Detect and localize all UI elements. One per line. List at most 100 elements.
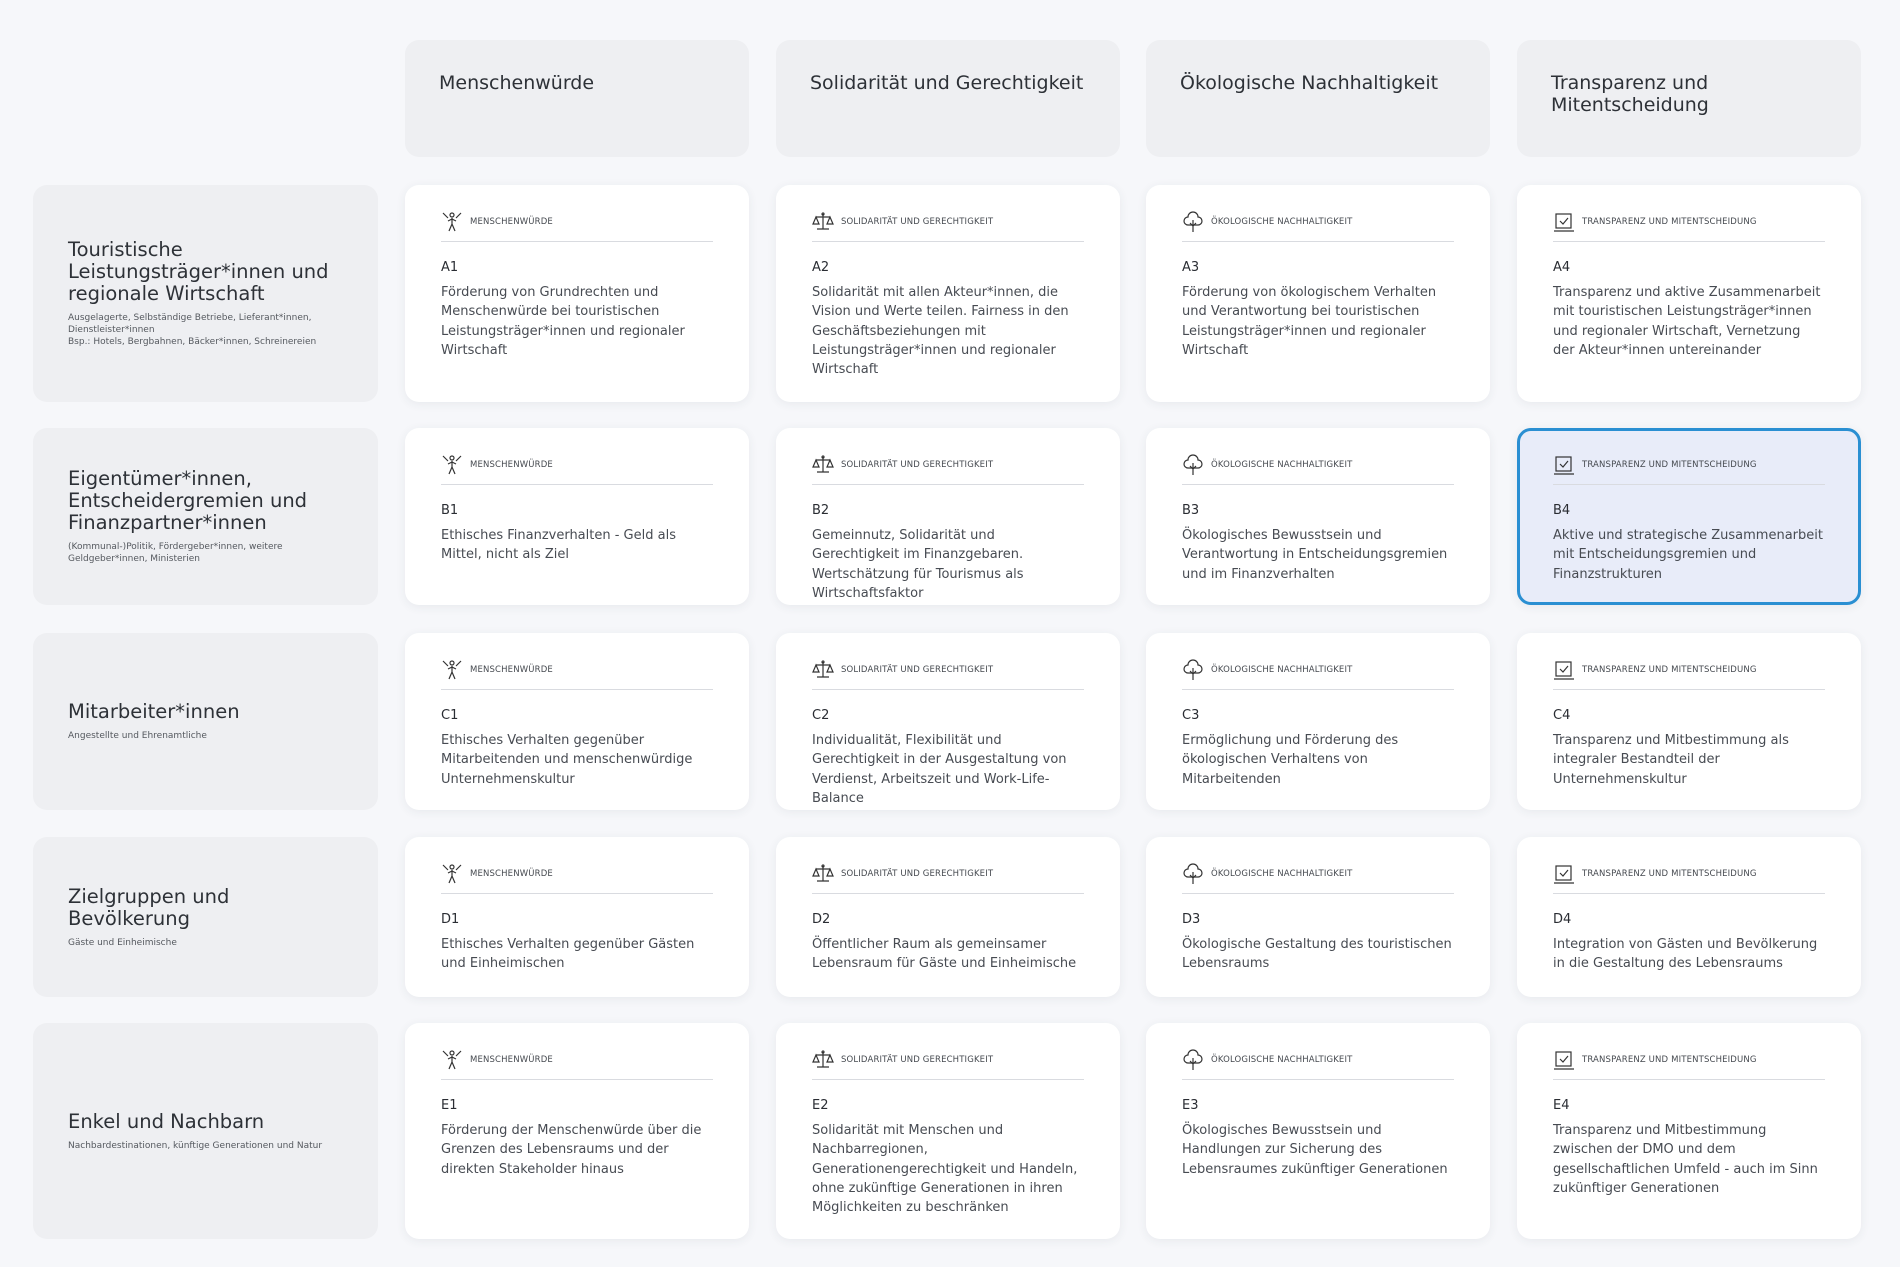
category-label: Solidarität und Gerechtigkeit: [841, 869, 994, 879]
cell-header: Solidarität und Gerechtigkeit: [812, 863, 1084, 894]
tree-icon: [1183, 211, 1203, 232]
tree-icon: [1183, 1049, 1203, 1070]
human-dignity-icon: [442, 660, 462, 680]
cell-a3[interactable]: Ökologische Nachhaltigkeit A3 Förderung …: [1146, 185, 1490, 402]
category-label: Solidarität und Gerechtigkeit: [841, 665, 994, 675]
cell-code: A4: [1553, 260, 1571, 275]
cell-header: Solidarität und Gerechtigkeit: [812, 1049, 1084, 1080]
cell-code: D2: [812, 912, 831, 927]
checkbox-icon: [1554, 1051, 1574, 1070]
cell-header: Ökologische Nachhaltigkeit: [1182, 1049, 1454, 1080]
cell-code: C1: [441, 708, 459, 723]
cell-description: Förderung von Grundrechten und Menschenw…: [441, 285, 685, 358]
tree-icon: [1183, 454, 1203, 475]
row-header-a: Touristische Leistungsträger*innen und r…: [33, 185, 378, 402]
scales-icon: [812, 660, 834, 678]
cell-code: C2: [812, 708, 830, 723]
cell-c2[interactable]: Solidarität und Gerechtigkeit C2 Individ…: [776, 633, 1120, 810]
cell-header: Solidarität und Gerechtigkeit: [812, 454, 1084, 485]
cell-description: Gemeinnutz, Solidarität und Gerechtigkei…: [812, 528, 1024, 601]
cell-code: B1: [441, 503, 459, 518]
cell-header: Transparenz und Mitentscheidung: [1553, 1049, 1825, 1080]
row-header-e: Enkel und Nachbarn Nachbardestinationen,…: [33, 1023, 378, 1239]
cell-code: D4: [1553, 912, 1572, 927]
cell-e3[interactable]: Ökologische Nachhaltigkeit E3 Ökologisch…: [1146, 1023, 1490, 1239]
cell-c3[interactable]: Ökologische Nachhaltigkeit C3 Ermöglichu…: [1146, 633, 1490, 810]
cell-b1[interactable]: Menschenwürde B1 Ethisches Finanzverhalt…: [405, 428, 749, 605]
cell-description: Ökologisches Bewusstsein und Handlungen …: [1182, 1123, 1448, 1177]
cell-code: A3: [1182, 260, 1200, 275]
row-title: Touristische Leistungsträger*innen und r…: [68, 238, 329, 305]
category-label: Ökologische Nachhaltigkeit: [1211, 217, 1353, 227]
cell-code: D3: [1182, 912, 1201, 927]
cell-header: Transparenz und Mitentscheidung: [1553, 211, 1825, 242]
cell-header: Transparenz und Mitentscheidung: [1553, 863, 1825, 894]
category-label: Ökologische Nachhaltigkeit: [1211, 665, 1353, 675]
category-label: Transparenz und Mitentscheidung: [1582, 460, 1757, 470]
row-title: Enkel und Nachbarn: [68, 1109, 265, 1133]
category-label: Solidarität und Gerechtigkeit: [841, 1055, 994, 1065]
cell-code: E2: [812, 1098, 829, 1113]
category-label: Menschenwürde: [470, 460, 553, 470]
cell-code: E3: [1182, 1098, 1199, 1113]
cell-code: A1: [441, 260, 459, 275]
row-subtitle: Ausgelagerte, Selbständige Betriebe, Lie…: [68, 313, 317, 347]
category-label: Solidarität und Gerechtigkeit: [841, 217, 994, 227]
cell-code: B2: [812, 503, 830, 518]
cell-e4[interactable]: Transparenz und Mitentscheidung E4 Trans…: [1517, 1023, 1861, 1239]
cell-description: Förderung der Menschenwürde über die Gre…: [441, 1123, 702, 1177]
cell-description: Ökologische Gestaltung des touristischen…: [1182, 937, 1452, 972]
checkbox-icon: [1554, 865, 1574, 884]
cell-header: Menschenwürde: [441, 1049, 713, 1080]
category-label: Transparenz und Mitentscheidung: [1582, 1055, 1757, 1065]
cell-code: C3: [1182, 708, 1200, 723]
column-header-menschenwuerde: Menschenwürde: [405, 40, 749, 157]
cell-c4[interactable]: Transparenz und Mitentscheidung C4 Trans…: [1517, 633, 1861, 810]
row-header-c: Mitarbeiter*innen Angestellte und Ehrena…: [33, 633, 378, 810]
scales-icon: [812, 1050, 834, 1068]
cell-e2[interactable]: Solidarität und Gerechtigkeit E2 Solidar…: [776, 1023, 1120, 1239]
cell-b3[interactable]: Ökologische Nachhaltigkeit B3 Ökologisch…: [1146, 428, 1490, 605]
row-subtitle: Angestellte und Ehrenamtliche: [68, 731, 207, 741]
cell-header: Menschenwürde: [441, 211, 713, 242]
cell-header: Ökologische Nachhaltigkeit: [1182, 454, 1454, 485]
scales-icon: [812, 212, 834, 230]
cell-a4[interactable]: Transparenz und Mitentscheidung A4 Trans…: [1517, 185, 1861, 402]
row-header-b: Eigentümer*innen, Entscheidergremien und…: [33, 428, 378, 605]
cell-d4[interactable]: Transparenz und Mitentscheidung D4 Integ…: [1517, 837, 1861, 997]
cell-description: Solidarität mit allen Akteur*innen, die …: [812, 285, 1069, 378]
cell-header: Ökologische Nachhaltigkeit: [1182, 863, 1454, 894]
category-label: Solidarität und Gerechtigkeit: [841, 460, 994, 470]
cell-description: Öffentlicher Raum als gemeinsamer Lebens…: [812, 937, 1077, 972]
cell-description: Transparenz und aktive Zusammenarbeit mi…: [1553, 285, 1821, 358]
cell-description: Ethisches Verhalten gegenüber Gästen und…: [441, 937, 695, 972]
human-dignity-icon: [442, 1050, 462, 1070]
cell-d2[interactable]: Solidarität und Gerechtigkeit D2 Öffentl…: [776, 837, 1120, 997]
category-label: Menschenwürde: [470, 1055, 553, 1065]
cell-a2[interactable]: Solidarität und Gerechtigkeit A2 Solidar…: [776, 185, 1120, 402]
human-dignity-icon: [442, 864, 462, 884]
cell-a1[interactable]: Menschenwürde A1 Förderung von Grundrech…: [405, 185, 749, 402]
matrix: Menschenwürde Solidarität und Gerechtigk…: [0, 0, 1900, 1267]
category-label: Menschenwürde: [470, 217, 553, 227]
cell-header: Ökologische Nachhaltigkeit: [1182, 211, 1454, 242]
human-dignity-icon: [442, 212, 462, 232]
cell-description: Ethisches Verhalten gegenüber Mitarbeite…: [441, 733, 693, 787]
category-label: Transparenz und Mitentscheidung: [1582, 217, 1757, 227]
cell-e1[interactable]: Menschenwürde E1 Förderung der Menschenw…: [405, 1023, 749, 1239]
cell-b2[interactable]: Solidarität und Gerechtigkeit B2 Gemeinn…: [776, 428, 1120, 605]
row-header-d: Zielgruppen und Bevölkerung Gäste und Ei…: [33, 837, 378, 997]
cell-c1[interactable]: Menschenwürde C1 Ethisches Verhalten geg…: [405, 633, 749, 810]
cell-b4[interactable]: Transparenz und Mitentscheidung B4 Aktiv…: [1517, 428, 1861, 605]
cell-description: Transparenz und Mitbestimmung zwischen d…: [1553, 1123, 1818, 1196]
cell-description: Ermöglichung und Förderung des ökologisc…: [1182, 733, 1399, 787]
scales-icon: [812, 864, 834, 882]
cell-d1[interactable]: Menschenwürde D1 Ethisches Verhalten geg…: [405, 837, 749, 997]
row-subtitle: Nachbardestinationen, künftige Generatio…: [68, 1140, 323, 1151]
category-label: Transparenz und Mitentscheidung: [1582, 869, 1757, 879]
cell-description: Förderung von ökologischem Verhalten und…: [1182, 285, 1437, 358]
cell-d3[interactable]: Ökologische Nachhaltigkeit D3 Ökologisch…: [1146, 837, 1490, 997]
cell-code: D1: [441, 912, 460, 927]
checkbox-icon: [1554, 213, 1574, 232]
row-title: Eigentümer*innen, Entscheidergremien und…: [68, 467, 308, 534]
